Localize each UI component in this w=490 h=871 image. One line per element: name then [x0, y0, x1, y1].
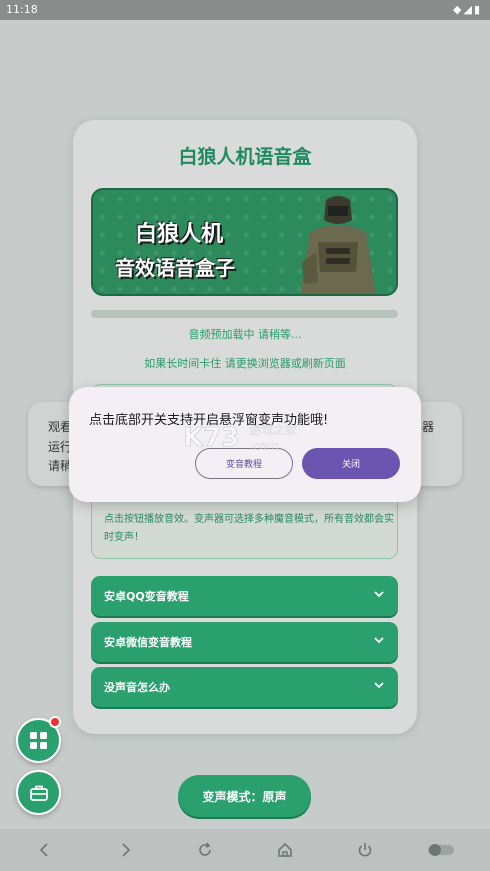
preload-progress-bar [91, 310, 398, 318]
toggle-switch-icon[interactable] [428, 843, 456, 857]
status-icons: ◆◢▮ [453, 3, 482, 16]
accordion-label: 没声音怎么办 [104, 681, 170, 694]
banner-image: 白狼人机 音效语音盒子 [91, 188, 398, 296]
browser-nav-bar [0, 829, 490, 871]
svg-text:.com: .com [249, 439, 278, 453]
accordion-no-sound[interactable]: 没声音怎么办 [91, 667, 398, 707]
back-icon[interactable] [36, 841, 54, 859]
banner-line2: 音效语音盒子 [115, 256, 235, 280]
home-icon[interactable] [276, 841, 294, 859]
forward-icon[interactable] [116, 841, 134, 859]
grid-icon [30, 732, 47, 749]
battery-icon: ▮ [473, 3, 482, 16]
toolbox-icon [30, 785, 48, 801]
accordion-wechat-tutorial[interactable]: 安卓微信变音教程 [91, 622, 398, 662]
panel-text-4: 器 [421, 420, 434, 434]
status-time: 11:18 [6, 3, 38, 16]
svg-text:K73: K73 [183, 423, 239, 453]
chevron-down-icon [374, 682, 384, 689]
reload-hint-text: 如果长时间卡住 请更换浏览器或刷新页面 [144, 357, 346, 370]
chevron-down-icon [374, 591, 384, 598]
app-title: 白狼人机语音盒 [178, 146, 312, 168]
banner-line1: 白狼人机 [135, 222, 224, 247]
tips-text: 点击按钮播放音效。变声器可选择多种魔音模式，所有音效都会实时变声！ [104, 514, 394, 543]
loading-text: 音频预加载中 请稍等... [188, 328, 302, 341]
notification-badge [49, 716, 61, 728]
status-bar: 11:18 ◆◢▮ [0, 0, 490, 20]
voice-mode-button[interactable]: 变声模式：原声 [178, 775, 311, 817]
svg-text:游戏之家: 游戏之家 [249, 422, 297, 437]
wifi-icon: ◆ [453, 3, 464, 16]
k73-watermark-logo: K73 游戏之家 .com [183, 422, 297, 453]
accordion-qq-tutorial[interactable]: 安卓QQ变音教程 [91, 576, 398, 616]
close-button[interactable]: 关闭 [302, 448, 400, 479]
soldier-illustration [300, 196, 376, 294]
signal-icon: ◢ [463, 3, 474, 16]
accordion-label: 安卓微信变音教程 [104, 636, 192, 649]
accordion-label: 安卓QQ变音教程 [104, 590, 189, 603]
power-icon[interactable] [356, 841, 374, 859]
refresh-icon[interactable] [196, 841, 214, 859]
chevron-down-icon [374, 637, 384, 644]
toolbox-button[interactable] [16, 770, 61, 815]
